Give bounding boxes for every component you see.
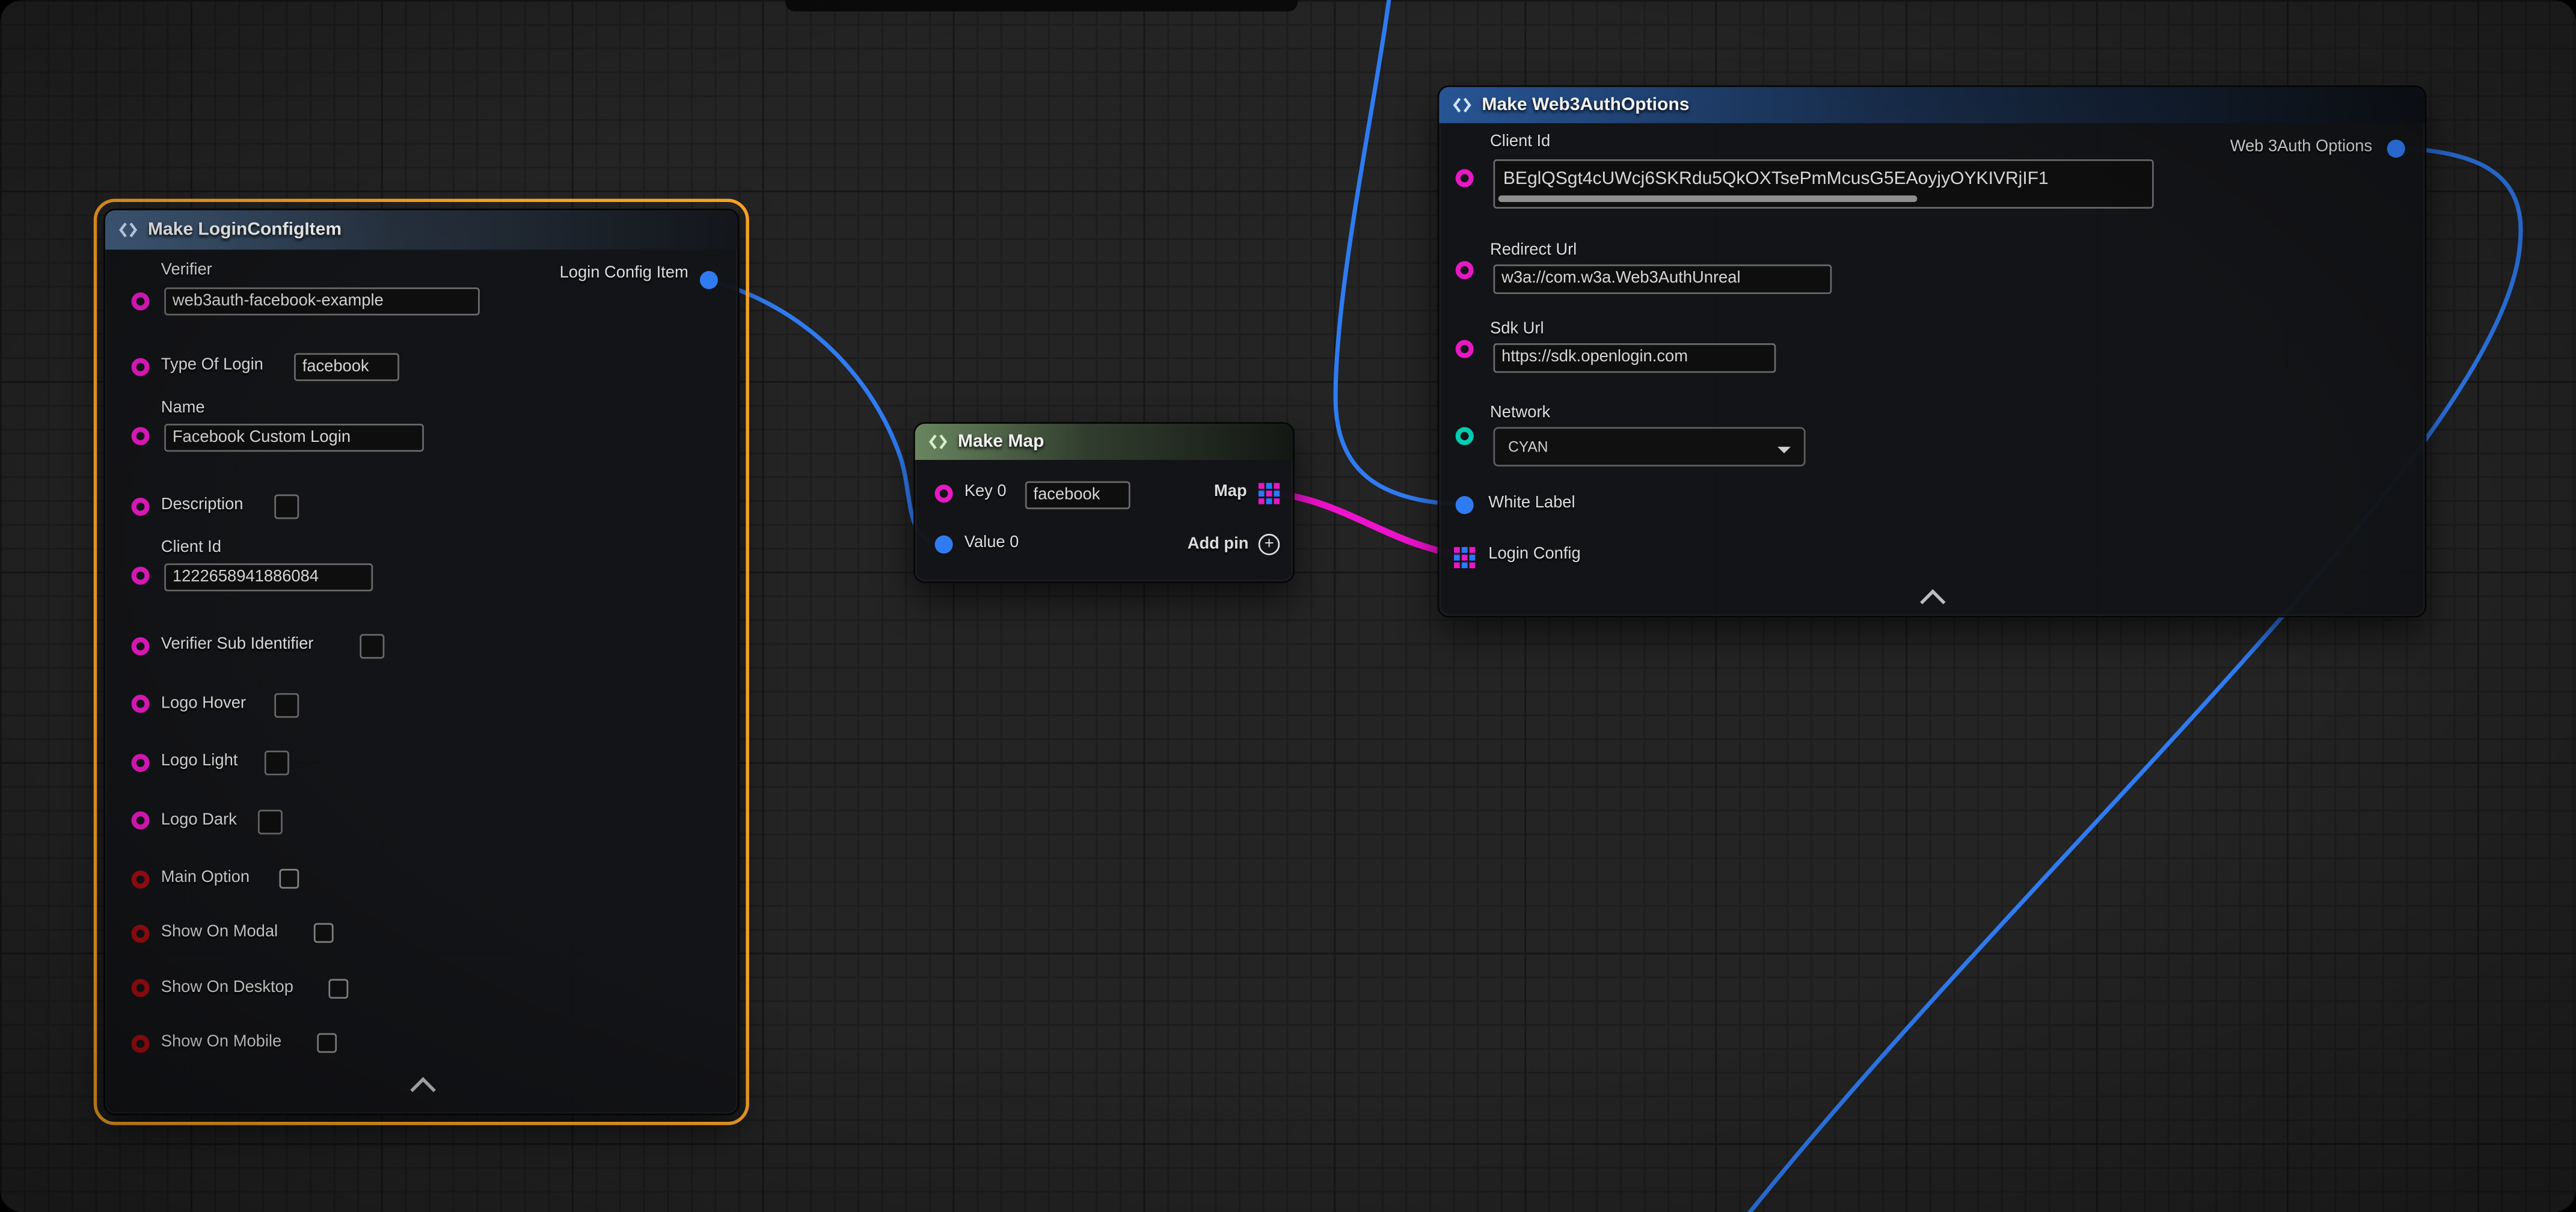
make-struct-icon bbox=[118, 220, 138, 240]
node-header-make-map[interactable]: Make Map bbox=[915, 424, 1293, 460]
pin-description[interactable] bbox=[132, 498, 150, 516]
sdk-url-field[interactable]: https://sdk.openlogin.com bbox=[1493, 343, 1776, 373]
key0-label: Key 0 bbox=[964, 483, 1007, 501]
client-id-label: Client Id bbox=[1490, 133, 1550, 151]
network-dropdown[interactable]: CYAN bbox=[1493, 427, 1805, 467]
add-pin-icon[interactable]: + bbox=[1259, 534, 1280, 556]
pin-main-option[interactable] bbox=[132, 871, 150, 889]
logo-light-field[interactable] bbox=[265, 751, 289, 776]
name-label: Name bbox=[161, 399, 205, 417]
redirect-url-label: Redirect Url bbox=[1490, 242, 1577, 260]
white-label-label: White Label bbox=[1488, 494, 1575, 512]
logo-dark-field[interactable] bbox=[258, 810, 283, 834]
wire-login-config-item-to-value0 bbox=[705, 279, 943, 543]
show-on-desktop-checkbox[interactable] bbox=[328, 979, 348, 999]
verifier-label: Verifier bbox=[161, 261, 212, 279]
pin-logo-hover[interactable] bbox=[132, 695, 150, 713]
verifier-sub-identifier-field[interactable] bbox=[360, 634, 384, 659]
key0-field[interactable]: facebook bbox=[1025, 482, 1130, 509]
output-pin-label: Web 3Auth Options bbox=[2230, 138, 2372, 156]
collapse-node-button[interactable] bbox=[402, 1074, 441, 1097]
make-map-icon bbox=[928, 432, 948, 452]
network-label: Network bbox=[1490, 404, 1550, 422]
main-option-checkbox[interactable] bbox=[279, 869, 299, 889]
node-title: Make LoginConfigItem bbox=[148, 220, 342, 240]
network-dropdown-value: CYAN bbox=[1508, 438, 1548, 454]
logo-hover-field[interactable] bbox=[274, 693, 299, 718]
pin-type-of-login[interactable] bbox=[132, 358, 150, 376]
add-pin-label[interactable]: Add pin bbox=[1188, 536, 1249, 554]
output-pin-login-config-item[interactable] bbox=[700, 271, 718, 289]
map-output-label: Map bbox=[1214, 483, 1247, 501]
pin-value0[interactable] bbox=[935, 536, 953, 554]
screenshot-frame: Make LoginConfigItem Login Config Item V… bbox=[0, 0, 2576, 1212]
name-field[interactable]: Facebook Custom Login bbox=[164, 424, 424, 451]
client-id-field[interactable]: 1222658941886084 bbox=[164, 563, 373, 591]
verifier-sub-identifier-label: Verifier Sub Identifier bbox=[161, 635, 314, 653]
node-title: Make Map bbox=[958, 432, 1044, 452]
chevron-up-icon bbox=[409, 1077, 435, 1103]
node-make-loginconfigitem[interactable]: Make LoginConfigItem Login Config Item V… bbox=[103, 209, 739, 1115]
pin-redirect-url[interactable] bbox=[1456, 261, 1474, 279]
chevron-up-icon bbox=[1920, 589, 1946, 615]
pin-client-id[interactable] bbox=[1456, 169, 1474, 187]
logo-light-label: Logo Light bbox=[161, 752, 238, 770]
pin-logo-dark[interactable] bbox=[132, 812, 150, 830]
pin-logo-light[interactable] bbox=[132, 754, 150, 772]
show-on-modal-checkbox[interactable] bbox=[314, 923, 334, 943]
map-output-pin[interactable] bbox=[1259, 483, 1280, 504]
description-field[interactable] bbox=[274, 494, 299, 519]
show-on-modal-label: Show On Modal bbox=[161, 923, 278, 941]
verifier-field[interactable]: web3auth-facebook-example bbox=[164, 287, 480, 315]
pin-sdk-url[interactable] bbox=[1456, 340, 1474, 358]
node-header-make-loginconfigitem[interactable]: Make LoginConfigItem bbox=[105, 210, 738, 250]
main-option-label: Main Option bbox=[161, 869, 250, 887]
show-on-mobile-checkbox[interactable] bbox=[317, 1033, 337, 1053]
logo-dark-label: Logo Dark bbox=[161, 812, 237, 830]
pin-login-config[interactable] bbox=[1454, 547, 1476, 569]
pin-white-label[interactable] bbox=[1456, 496, 1474, 514]
pin-client-id[interactable] bbox=[132, 567, 150, 585]
login-config-label: Login Config bbox=[1488, 545, 1580, 563]
type-of-login-field[interactable]: facebook bbox=[294, 353, 399, 381]
pin-network[interactable] bbox=[1456, 427, 1474, 445]
show-on-mobile-label: Show On Mobile bbox=[161, 1033, 281, 1051]
node-make-map[interactable]: Make Map Key 0 facebook Map Value 0 Add … bbox=[913, 422, 1295, 583]
pin-show-on-mobile[interactable] bbox=[132, 1035, 150, 1053]
show-on-desktop-label: Show On Desktop bbox=[161, 979, 293, 997]
type-of-login-label: Type Of Login bbox=[161, 357, 263, 375]
output-pin-web3auth-options[interactable] bbox=[2387, 139, 2405, 158]
pin-verifier[interactable] bbox=[132, 292, 150, 310]
pin-show-on-modal[interactable] bbox=[132, 925, 150, 943]
node-make-web3authoptions[interactable]: Make Web3AuthOptions Web 3Auth Options C… bbox=[1438, 85, 2427, 617]
pin-show-on-desktop[interactable] bbox=[132, 979, 150, 997]
redirect-url-field[interactable]: w3a://com.w3a.Web3AuthUnreal bbox=[1493, 265, 1832, 294]
output-pin-label: Login Config Item bbox=[560, 265, 688, 283]
node-title: Make Web3AuthOptions bbox=[1482, 95, 1689, 115]
client-id-label: Client Id bbox=[161, 539, 221, 557]
collapse-node-button[interactable] bbox=[1912, 586, 1952, 609]
value0-label: Value 0 bbox=[964, 534, 1019, 552]
node-header-make-web3authoptions[interactable]: Make Web3AuthOptions bbox=[1439, 87, 2424, 123]
chevron-down-icon bbox=[1777, 446, 1791, 459]
description-label: Description bbox=[161, 496, 244, 514]
logo-hover-label: Logo Hover bbox=[161, 695, 246, 713]
sdk-url-label: Sdk Url bbox=[1490, 320, 1544, 338]
client-id-field-scrollbar[interactable] bbox=[1498, 195, 1918, 202]
pin-name[interactable] bbox=[132, 427, 150, 445]
blueprint-graph-canvas[interactable]: Make LoginConfigItem Login Config Item V… bbox=[0, 0, 2576, 1212]
pin-verifier-sub-identifier[interactable] bbox=[132, 637, 150, 655]
pin-key0[interactable] bbox=[935, 485, 953, 503]
make-struct-icon bbox=[1452, 95, 1472, 115]
offscreen-node-edge bbox=[785, 0, 1298, 11]
